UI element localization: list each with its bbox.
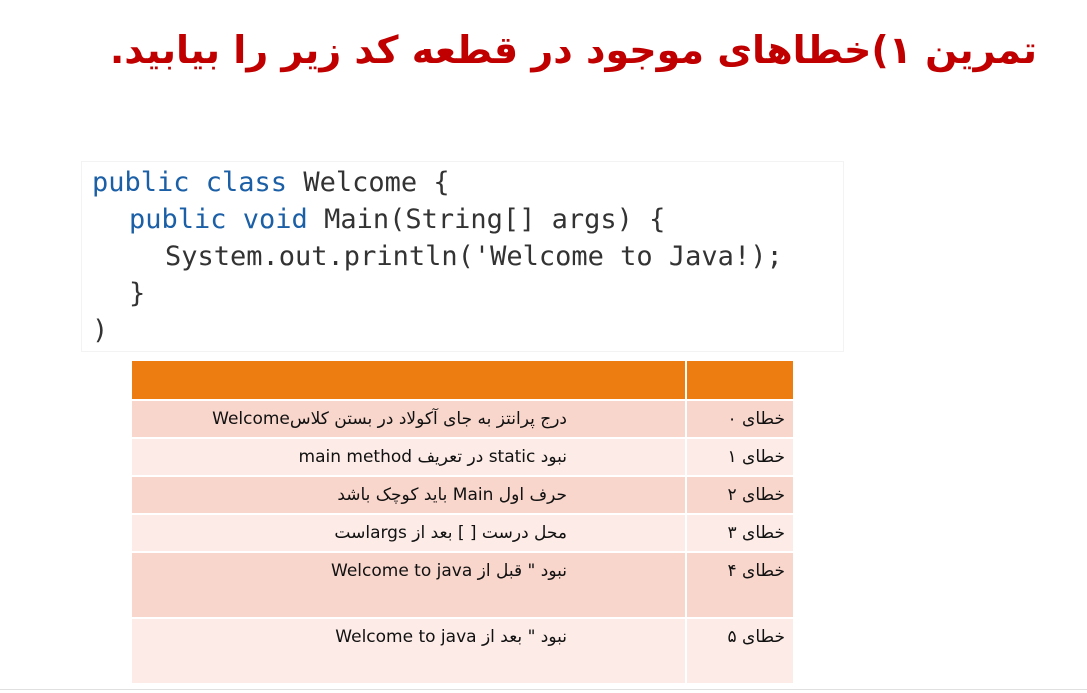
table-row: خطای ۳ محل درست [ ] بعد از argsاست xyxy=(130,513,795,553)
error-description-text: نبود " بعد از Welcome to java xyxy=(335,627,567,647)
error-label: خطای ۰ xyxy=(685,399,795,439)
code-line-5: ) xyxy=(92,312,108,349)
table-row: خطای ۱ نبود static در تعریف main method xyxy=(130,437,795,477)
error-label: خطای ۱ xyxy=(685,437,795,477)
table-row: خطای ۵ نبود " بعد از Welcome to java xyxy=(130,617,795,685)
code-text: Main(String[] args) { xyxy=(324,204,666,235)
code-snippet: public class Welcome { public void Main(… xyxy=(82,162,843,351)
table-header-row xyxy=(130,359,795,401)
code-keyword: public class xyxy=(92,167,304,198)
table-row: خطای ۴ نبود " قبل از Welcome to java xyxy=(130,551,795,619)
code-line-4: } xyxy=(129,275,145,312)
table-row: خطای ۰ درج پرانتز به جای آکولاد در بستن … xyxy=(130,399,795,439)
table-row: خطای ۲ حرف اول Main باید کوچک باشد xyxy=(130,475,795,515)
error-description-text: نبود " قبل از Welcome to java xyxy=(331,561,567,581)
error-label: خطای ۳ xyxy=(685,513,795,553)
code-text: Welcome { xyxy=(303,167,450,198)
code-text: System.out.println('Welcome to Java!); xyxy=(165,241,783,272)
error-description: نبود static در تعریف main method xyxy=(130,437,687,477)
code-line-1: public class Welcome { xyxy=(92,164,450,201)
error-description: حرف اول Main باید کوچک باشد xyxy=(130,475,687,515)
slide-title: تمرین ۱)خطاهای موجود در قطعه کد زیر را ب… xyxy=(109,28,1037,72)
error-description-text: حرف اول Main باید کوچک باشد xyxy=(337,485,567,505)
slide-bottom-divider xyxy=(0,689,1087,690)
error-description-text: محل درست [ ] بعد از argsاست xyxy=(334,523,567,543)
code-text: } xyxy=(129,278,146,309)
errors-table: خطای ۰ درج پرانتز به جای آکولاد در بستن … xyxy=(130,359,795,685)
table-header-cell xyxy=(685,359,795,401)
error-label: خطای ۲ xyxy=(685,475,795,515)
table-header-cell xyxy=(130,359,687,401)
error-description: نبود " قبل از Welcome to java xyxy=(130,551,687,619)
error-label: خطای ۵ xyxy=(685,617,795,685)
code-keyword: public void xyxy=(129,204,325,235)
code-line-3: System.out.println('Welcome to Java!); xyxy=(165,238,783,275)
error-description: نبود " بعد از Welcome to java xyxy=(130,617,687,685)
code-line-2: public void Main(String[] args) { xyxy=(129,201,665,238)
error-description: درج پرانتز به جای آکولاد در بستن کلاسWel… xyxy=(130,399,687,439)
error-description: محل درست [ ] بعد از argsاست xyxy=(130,513,687,553)
error-description-text: درج پرانتز به جای آکولاد در بستن کلاسWel… xyxy=(212,409,567,429)
code-text: ) xyxy=(92,315,109,346)
error-label: خطای ۴ xyxy=(685,551,795,619)
error-description-text: نبود static در تعریف main method xyxy=(298,447,567,467)
